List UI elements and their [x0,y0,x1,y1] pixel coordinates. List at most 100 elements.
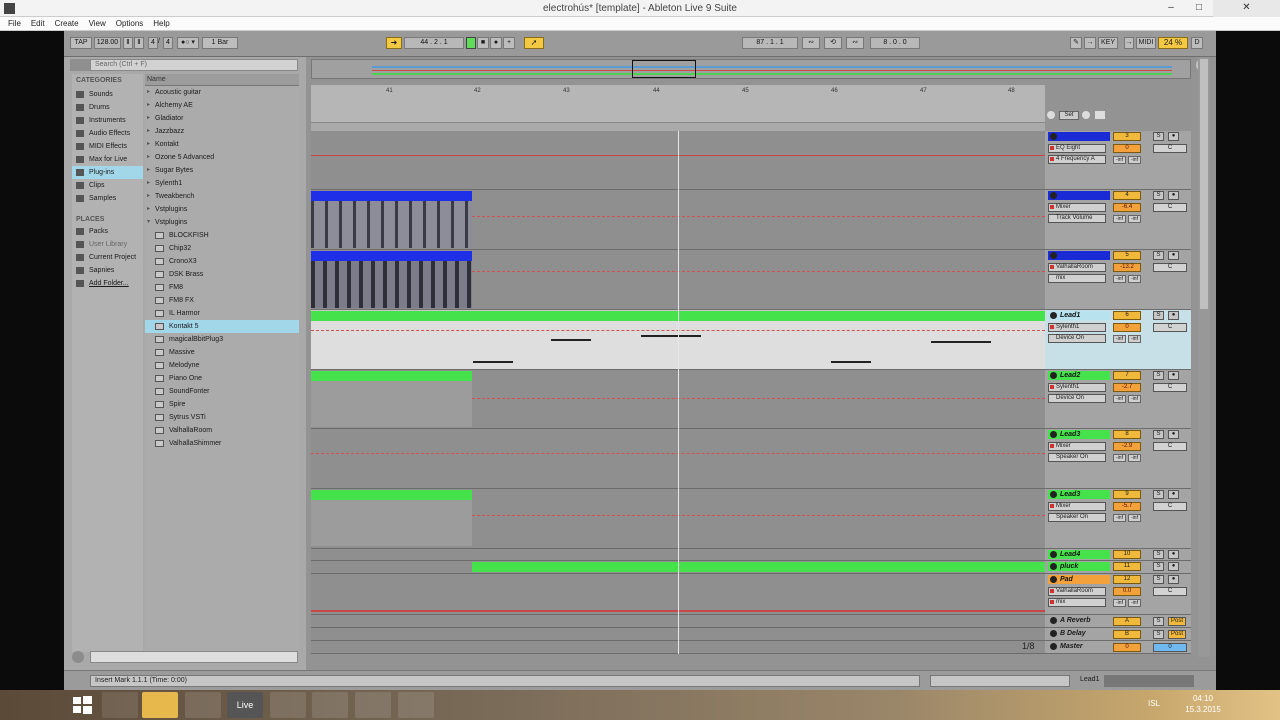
folder-item[interactable]: ▸ Tweakbench [145,190,299,203]
track-volume[interactable]: -2.9 [1113,442,1141,451]
track-number[interactable]: B [1113,630,1141,639]
pan-control[interactable]: C [1153,587,1187,596]
plugin-item[interactable]: CronoX3 [145,255,299,268]
fold-icon[interactable] [1050,563,1057,570]
parameter-chooser[interactable]: Device On [1048,394,1106,403]
parameter-chooser[interactable]: Speaker On [1048,453,1106,462]
solo-button[interactable]: S [1153,371,1164,380]
pan-control[interactable]: C [1153,203,1187,212]
folder-item[interactable]: ▾ Vstplugins [145,216,299,229]
solo-button[interactable]: S [1153,630,1164,639]
solo-button[interactable]: S [1153,562,1164,571]
solo-button[interactable]: S [1153,490,1164,499]
tap-button[interactable]: TAP [70,37,92,49]
track-number[interactable]: 12 [1113,575,1141,584]
fold-icon[interactable] [1050,643,1057,650]
category-clips[interactable]: Clips [72,179,143,192]
app-taskbar-icon[interactable] [355,692,391,718]
folder-item[interactable]: ▸ Alchemy AE [145,99,299,112]
audio-waveform[interactable] [311,201,472,248]
track-number[interactable]: 7 [1113,371,1141,380]
place-user-library[interactable]: User Library [72,238,143,251]
set-locator-button[interactable]: Set [1059,111,1079,120]
plugin-item[interactable]: Spire [145,398,299,411]
solo-button[interactable]: S [1153,617,1164,626]
fold-icon[interactable] [1050,192,1057,199]
pan-control[interactable]: C [1153,263,1187,272]
track-name[interactable]: A Reverb [1048,616,1110,625]
beat-time-ruler[interactable]: 41 42 43 44 45 46 47 48 [311,85,1045,123]
nudge-up-icon[interactable]: Ⅱ [134,37,144,49]
metronome-button[interactable]: ●○ ▾ [177,37,199,49]
pan-control[interactable]: C [1153,383,1187,392]
category-samples[interactable]: Samples [72,192,143,205]
track-volume[interactable]: -5.7 [1113,502,1141,511]
punch-out-icon[interactable]: ∾ [846,37,864,49]
fold-icon[interactable] [1050,312,1057,319]
fold-icon[interactable] [1050,576,1057,583]
arm-icon[interactable]: ● [1168,490,1179,499]
plugin-item[interactable]: Chip32 [145,242,299,255]
time-signature-denominator[interactable]: 4 [163,37,173,49]
solo-button[interactable]: S [1153,191,1164,200]
clock-time[interactable]: 04:10 [1178,694,1228,703]
track-name[interactable]: pluck [1048,562,1110,571]
device-chooser[interactable]: Mixer [1048,203,1106,212]
master-pan[interactable]: 0 [1153,643,1187,652]
fold-icon[interactable] [1050,372,1057,379]
folder-item[interactable]: ▸ Ozone 5 Advanced [145,151,299,164]
post-button[interactable]: Post [1168,630,1186,639]
solo-button[interactable]: S [1153,575,1164,584]
folder-item[interactable]: ▸ Gladiator [145,112,299,125]
folder-item[interactable]: ▸ Sylenth1 [145,177,299,190]
vertical-scrollbar[interactable] [1198,57,1210,657]
track-name[interactable] [1048,191,1110,200]
track-volume[interactable]: -13.2 [1113,263,1141,272]
folder-item[interactable]: ▸ Vstplugins [145,203,299,216]
solo-button[interactable]: S [1153,311,1164,320]
key-map-icon[interactable]: → [1084,37,1096,49]
plugin-item[interactable]: FM8 FX [145,294,299,307]
tempo-field[interactable]: 128.00 [94,37,121,49]
track-volume[interactable]: 0 [1113,144,1141,153]
track-volume[interactable]: -2.7 [1113,383,1141,392]
category-drums[interactable]: Drums [72,101,143,114]
follow-button[interactable]: ➜ [386,37,402,49]
input-language[interactable]: ISL [1148,699,1160,708]
fold-icon[interactable] [1050,491,1057,498]
browser-search-input[interactable]: Search (Ctrl + F) [90,59,298,71]
fold-icon[interactable] [1050,133,1057,140]
track-number[interactable]: 4 [1113,191,1141,200]
scrollbar-thumb[interactable] [1200,59,1208,309]
place-sapnies[interactable]: Sapnies [72,264,143,277]
loop-start-field[interactable]: 87 . 1 . 1 [742,37,798,49]
track-name[interactable]: Lead3 [1048,430,1110,439]
chrome-icon[interactable] [185,692,221,718]
track-volume[interactable]: 0 [1113,323,1141,332]
midi-clip-header[interactable] [311,371,472,381]
parameter-chooser[interactable]: mix [1048,598,1106,607]
next-locator-icon[interactable] [1082,111,1090,119]
draw-mode-icon[interactable]: ✎ [1070,37,1082,49]
solo-button[interactable]: S [1153,251,1164,260]
play-icon[interactable] [466,37,476,49]
quantize-menu[interactable]: 1 Bar [202,37,238,49]
device-chooser[interactable]: ValhallaRoom [1048,263,1106,272]
solo-button[interactable]: S [1153,132,1164,141]
pan-control[interactable]: C [1153,323,1187,332]
menu-options[interactable]: Options [116,17,144,30]
parameter-chooser[interactable]: Track Volume [1048,214,1106,223]
app-taskbar-icon[interactable] [102,692,138,718]
browser-preview-icon[interactable] [72,651,84,663]
time-signature-numerator[interactable]: 4 [148,37,158,49]
menu-view[interactable]: View [89,17,106,30]
plugin-item[interactable]: SoundFonter [145,385,299,398]
grid-zoom-label[interactable]: 1/8 [1022,641,1035,651]
pan-control[interactable]: C [1153,502,1187,511]
minimize-button[interactable]: – [1157,0,1185,17]
track-name[interactable]: B Delay [1048,629,1110,638]
folder-item[interactable]: ▸ Sugar Bytes [145,164,299,177]
device-chooser[interactable]: ValhallaRoom [1048,587,1106,596]
fold-icon[interactable] [1050,551,1057,558]
plugin-item[interactable]: magicalBbitPlug3 [145,333,299,346]
